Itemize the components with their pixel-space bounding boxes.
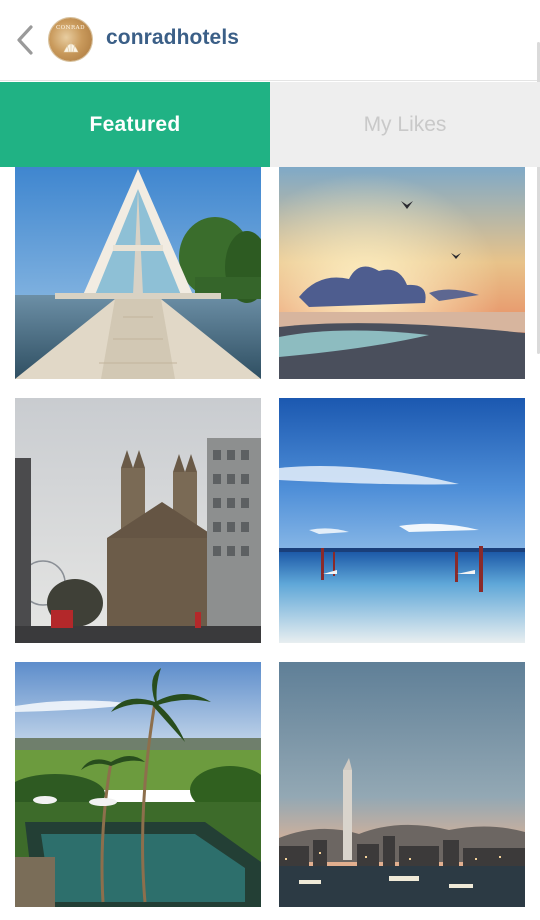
photo-tile[interactable] — [15, 167, 261, 379]
photo-grid — [0, 167, 540, 920]
photo-blue-sea — [279, 398, 525, 643]
photo-chapel — [15, 167, 261, 379]
app-header: CONRAD conradhotels — [0, 0, 540, 81]
avatar[interactable]: CONRAD — [49, 18, 92, 61]
chevron-left-icon — [17, 25, 33, 55]
photo-tile[interactable] — [15, 398, 261, 643]
photo-tile[interactable] — [15, 662, 261, 907]
photo-abbey — [15, 398, 261, 643]
back-button[interactable] — [8, 20, 42, 60]
tab-bar: Featured My Likes — [0, 82, 540, 167]
shell-logo-icon — [63, 41, 79, 53]
photo-palms-pool — [15, 662, 261, 907]
avatar-wordmark: CONRAD — [55, 25, 86, 31]
photo-tile[interactable] — [279, 167, 525, 379]
tab-featured[interactable]: Featured — [0, 82, 270, 167]
photo-tile[interactable] — [279, 662, 525, 907]
photo-sunset-beach — [279, 167, 525, 379]
profile-username[interactable]: conradhotels — [106, 26, 239, 50]
photo-harbour-skyline — [279, 662, 525, 907]
photo-tile[interactable] — [279, 398, 525, 643]
tab-my-likes[interactable]: My Likes — [270, 82, 540, 167]
